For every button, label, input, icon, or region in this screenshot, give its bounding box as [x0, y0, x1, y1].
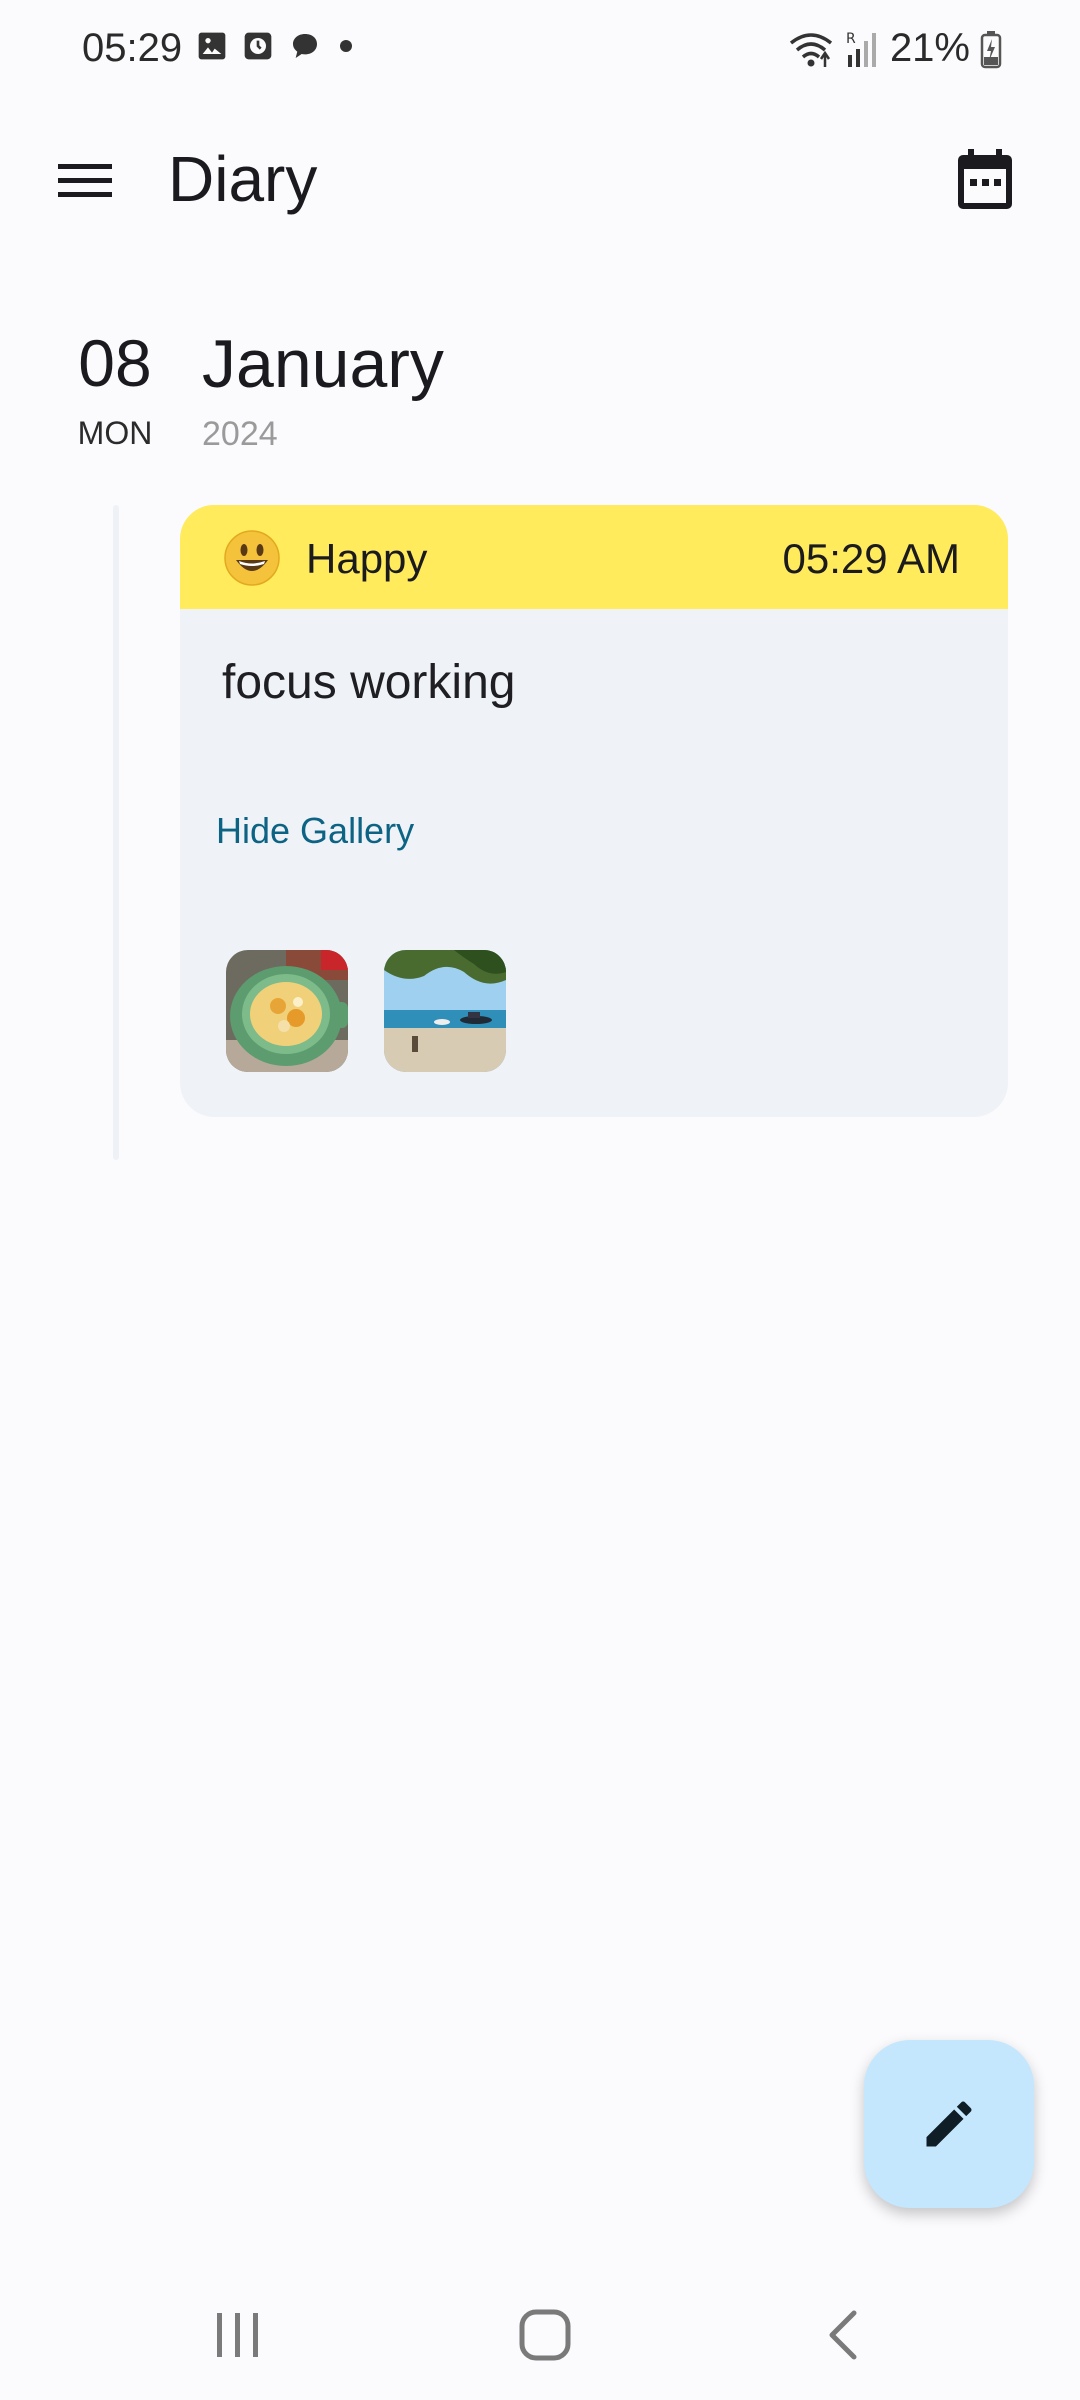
weekday-label: MON — [77, 415, 153, 451]
back-button[interactable] — [812, 2300, 872, 2370]
happy-emoji-icon — [224, 530, 280, 586]
calendar-button[interactable] — [940, 140, 1030, 220]
battery-charging-icon — [980, 30, 1002, 68]
entry-text: focus working — [222, 656, 516, 709]
battery-percentage: 21% — [889, 26, 970, 70]
gallery-image-beach[interactable] — [384, 950, 506, 1072]
gallery-notification-icon — [198, 32, 226, 60]
wifi-icon — [789, 32, 833, 67]
food-photo-thumbnail — [226, 950, 348, 1072]
signal-icon: R — [846, 31, 876, 67]
entry-time: 05:29 AM — [782, 535, 960, 582]
home-button[interactable] — [510, 2300, 580, 2370]
menu-button[interactable] — [40, 140, 130, 220]
hamburger-menu-icon — [58, 164, 112, 197]
recents-button[interactable] — [208, 2300, 268, 2370]
calendar-icon — [958, 149, 1012, 209]
mood-label: Happy — [306, 535, 428, 582]
back-chevron-icon — [829, 2310, 857, 2360]
mood-header: Happy 05:29 AM — [180, 505, 1008, 609]
notification-icons — [196, 30, 356, 62]
status-bar: 05:29 R 21% — [0, 0, 1080, 100]
svg-text:R: R — [846, 31, 856, 47]
hide-gallery-button[interactable]: Hide Gallery — [216, 810, 414, 852]
date-header: 08 MON January 2024 — [0, 325, 1080, 465]
gallery-image-food[interactable] — [226, 950, 348, 1072]
app-bar: Diary — [0, 120, 1080, 240]
pencil-icon — [926, 2101, 972, 2147]
page-title: Diary — [168, 143, 318, 215]
more-notifications-dot-icon — [340, 40, 352, 52]
recents-icon — [217, 2313, 258, 2357]
new-entry-fab[interactable] — [864, 2040, 1034, 2208]
day-number: 08 — [78, 326, 152, 400]
chat-notification-icon — [293, 34, 317, 58]
year-label: 2024 — [202, 415, 278, 453]
beach-photo-thumbnail — [384, 950, 506, 1072]
timeline-line — [113, 505, 119, 1160]
system-status-icons: R 21% — [788, 26, 1002, 71]
gallery — [226, 950, 506, 1072]
status-time: 05:29 — [82, 26, 183, 70]
clock-notification-icon — [244, 32, 272, 60]
system-nav-bar — [0, 2270, 1080, 2400]
diary-entry-card[interactable]: Happy 05:29 AM focus working Hide Galler… — [180, 505, 1008, 1117]
month-label: January — [202, 326, 444, 402]
home-icon — [519, 2309, 571, 2361]
